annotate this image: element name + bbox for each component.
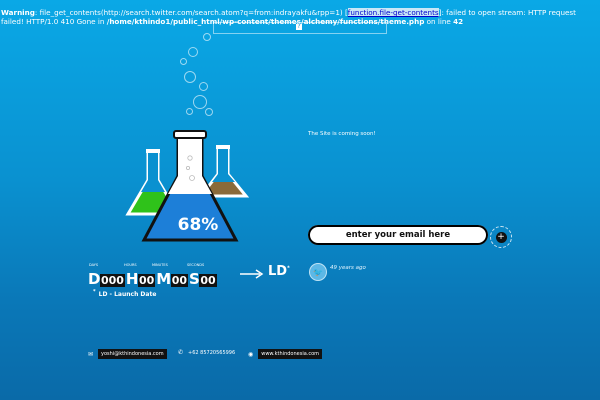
launch-date-mark: * <box>287 265 290 272</box>
arrow-right-icon <box>240 269 264 279</box>
days-label: DAYS <box>89 263 99 267</box>
bubble <box>180 58 187 65</box>
bubble <box>184 71 196 83</box>
warning-text-1: : file_get_contents(http://search.twitte… <box>34 8 348 17</box>
bubble <box>193 95 207 109</box>
seconds-letter: S <box>189 270 200 288</box>
bubble <box>205 108 213 116</box>
caption-mark: * <box>93 289 96 295</box>
phone-icon: ✆ <box>178 349 184 356</box>
globe-icon: ◉ <box>248 350 254 358</box>
email-placeholder: enter your email here <box>345 230 451 240</box>
launch-date-caption: * LD - Launch Date <box>93 289 156 298</box>
hours-label: HOURS <box>124 263 137 267</box>
days-value: 000 <box>99 274 125 287</box>
warning-label: Warning <box>1 8 35 17</box>
bubble <box>188 47 198 57</box>
flasks-illustration: 68% <box>125 130 250 242</box>
warning-function-link[interactable]: function.file-get-contents <box>347 8 439 17</box>
twitter-bird-icon[interactable]: 🐦 <box>309 263 327 281</box>
launch-date-abbr: LD <box>268 264 288 279</box>
progress-percent: 68% <box>178 215 219 235</box>
caption-text: LD - Launch Date <box>98 291 157 298</box>
footer-website-link[interactable]: www.kthindonesia.com <box>258 349 323 359</box>
days-letter: D <box>88 270 100 288</box>
minutes-label: MINUTES <box>152 263 168 267</box>
warning-text-3: on line <box>424 17 454 26</box>
seconds-value: 00 <box>199 274 217 287</box>
coming-soon-text: The Site is coming soon! <box>308 131 376 137</box>
seconds-label: SECONDS <box>187 263 205 267</box>
subscribe-button[interactable]: + <box>490 226 512 248</box>
footer-website: ◉ www.kthindonesia.com <box>248 349 323 359</box>
tweet-time: 49 years ago <box>330 265 366 271</box>
email-input[interactable]: enter your email here <box>308 225 488 245</box>
footer-email: ✉ yoshi@kthindonesia.com <box>88 349 167 359</box>
plus-icon: + <box>495 231 507 243</box>
bubble <box>199 82 208 91</box>
footer-phone: ✆ +62 85720565996 <box>178 349 235 356</box>
minutes-value: 00 <box>170 274 189 287</box>
hours-letter: H <box>125 270 139 288</box>
bubble <box>186 108 193 115</box>
launch-date-symbol: LD* <box>268 264 290 279</box>
footer-phone-text: +62 85720565996 <box>188 349 236 356</box>
broken-image-icon: ? <box>296 23 302 30</box>
mail-icon: ✉ <box>88 350 94 358</box>
footer-email-link[interactable]: yoshi@kthindonesia.com <box>98 349 167 359</box>
hours-value: 00 <box>137 274 156 287</box>
warning-line-number: 42 <box>453 17 464 26</box>
bubble <box>203 33 211 41</box>
minutes-letter: M <box>156 270 171 288</box>
